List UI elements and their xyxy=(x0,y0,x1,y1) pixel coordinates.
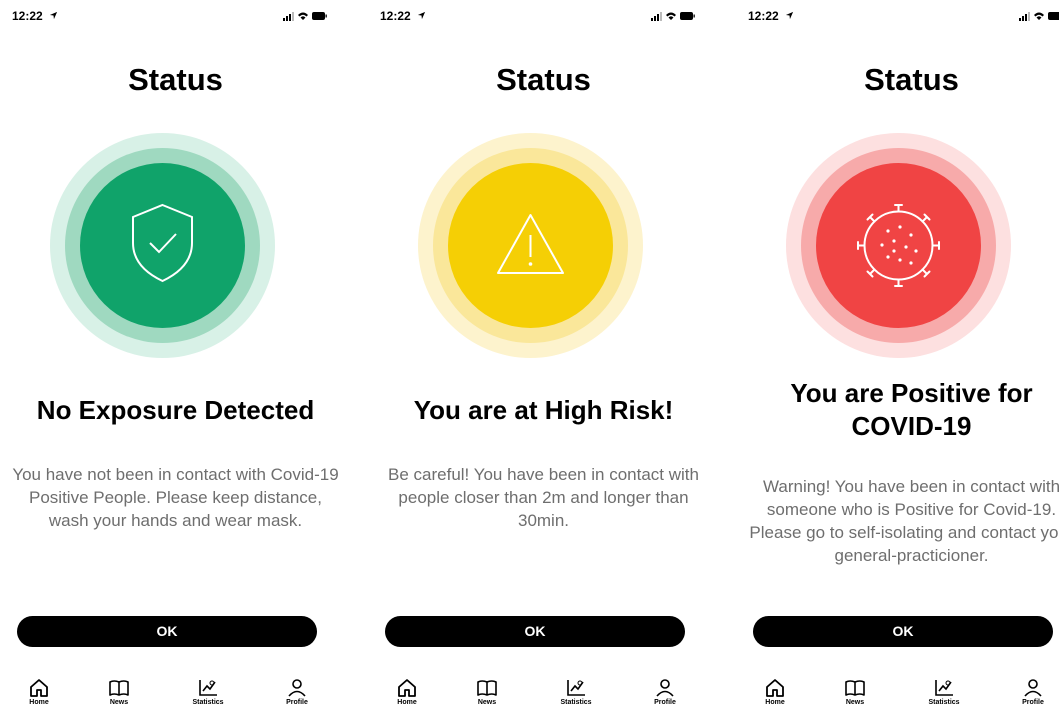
tab-home-label: Home xyxy=(397,699,417,706)
ok-button[interactable]: OK xyxy=(385,616,685,647)
tab-news[interactable]: News xyxy=(825,678,885,706)
status-headline: You are Positive for COVID-19 xyxy=(790,378,1033,441)
tab-home-label: Home xyxy=(29,699,49,706)
virus-icon xyxy=(857,204,940,287)
tab-home-label: Home xyxy=(765,699,785,706)
screen-positive: 12:22 Status You are Positive for COVID-… xyxy=(736,0,1059,713)
tab-profile[interactable]: Profile xyxy=(1003,678,1059,706)
tab-home[interactable]: Home xyxy=(9,678,69,706)
home-icon xyxy=(398,679,416,697)
system-status-icons xyxy=(1019,12,1059,21)
system-status-icons xyxy=(651,12,695,21)
tab-news-label: News xyxy=(109,699,129,706)
book-icon xyxy=(109,680,129,696)
tab-profile-label: Profile xyxy=(654,699,676,706)
status-bar: 12:22 xyxy=(736,0,1059,30)
status-ring-inner xyxy=(801,148,996,343)
page-title: Status xyxy=(864,62,959,97)
tab-statistics[interactable]: Statistics xyxy=(178,678,238,706)
statistics-icon xyxy=(199,680,217,696)
ok-button[interactable]: OK xyxy=(753,616,1053,647)
tab-profile-label: Profile xyxy=(286,699,308,706)
shield-check-icon xyxy=(132,203,193,283)
tab-home[interactable]: Home xyxy=(377,678,437,706)
warning-triangle-icon xyxy=(497,214,564,274)
status-disc xyxy=(80,163,245,328)
system-status-icons xyxy=(283,12,327,21)
clock: 12:22 xyxy=(748,9,779,23)
tab-profile[interactable]: Profile xyxy=(267,678,327,706)
statistics-icon xyxy=(567,680,585,696)
tab-profile[interactable]: Profile xyxy=(635,678,695,706)
location-arrow-icon xyxy=(49,11,58,20)
status-ring-outer xyxy=(418,133,643,358)
tab-news-label: News xyxy=(845,699,865,706)
profile-icon xyxy=(1024,679,1042,697)
tab-home[interactable]: Home xyxy=(745,678,805,706)
page-title: Status xyxy=(128,62,223,97)
status-disc xyxy=(816,163,981,328)
location-arrow-icon xyxy=(785,11,794,20)
status-headline: No Exposure Detected xyxy=(36,395,315,425)
tab-news-label: News xyxy=(477,699,497,706)
clock: 12:22 xyxy=(380,9,411,23)
ok-button[interactable]: OK xyxy=(17,616,317,647)
status-ring-outer xyxy=(50,133,275,358)
screen-high-risk: 12:22 Status You are at High Risk! Be ca… xyxy=(368,0,719,713)
status-message: You have not been in contact with Covid-… xyxy=(12,465,339,530)
tab-statistics[interactable]: Statistics xyxy=(914,678,974,706)
tab-profile-label: Profile xyxy=(1022,699,1044,706)
tab-bar: Home News Statistics Profile xyxy=(0,678,351,713)
tab-bar: Home News Statistics Profile xyxy=(368,678,719,713)
status-bar: 12:22 xyxy=(0,0,351,30)
screen-no-exposure: 12:22 Status No Exposure Detected You ha… xyxy=(0,0,351,713)
status-message: Warning! You have been in contact with s… xyxy=(749,477,1059,565)
clock: 12:22 xyxy=(12,9,43,23)
tab-news[interactable]: News xyxy=(89,678,149,706)
tab-bar: Home News Statistics Profile xyxy=(736,678,1059,713)
location-arrow-icon xyxy=(417,11,426,20)
tab-news[interactable]: News xyxy=(457,678,517,706)
tab-statistics-label: Statistics xyxy=(192,699,224,706)
home-icon xyxy=(766,679,784,697)
profile-icon xyxy=(656,679,674,697)
book-icon xyxy=(845,680,865,696)
status-headline: You are at High Risk! xyxy=(413,395,674,425)
status-message: Be careful! You have been in contact wit… xyxy=(388,465,699,530)
profile-icon xyxy=(288,679,306,697)
status-disc xyxy=(448,163,613,328)
tab-statistics[interactable]: Statistics xyxy=(546,678,606,706)
status-ring-inner xyxy=(65,148,260,343)
book-icon xyxy=(477,680,497,696)
statistics-icon xyxy=(935,680,953,696)
page-title: Status xyxy=(496,62,591,97)
status-ring-inner xyxy=(433,148,628,343)
status-bar: 12:22 xyxy=(368,0,719,30)
tab-statistics-label: Statistics xyxy=(928,699,960,706)
home-icon xyxy=(30,679,48,697)
status-ring-outer xyxy=(786,133,1011,358)
tab-statistics-label: Statistics xyxy=(560,699,592,706)
